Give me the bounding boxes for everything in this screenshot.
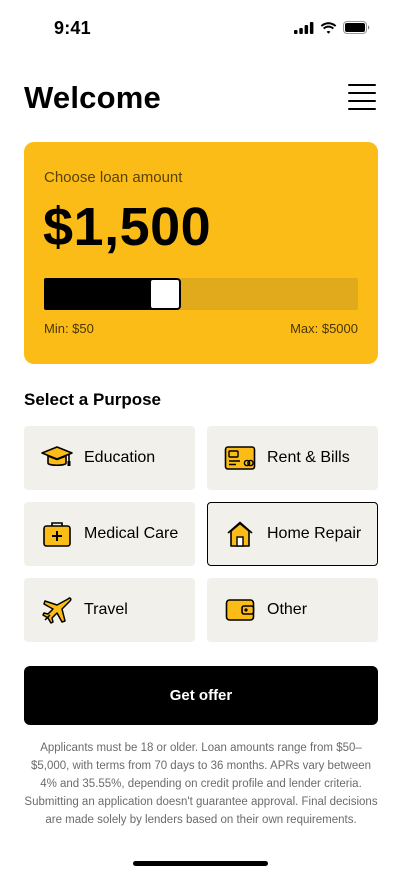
slider-thumb[interactable] [149,278,181,310]
loan-amount-value: $1,500 [43,197,212,257]
loan-amount-slider[interactable] [44,278,358,310]
loan-amount-card: Choose loan amount $1,500 Min: $50 Max: … [24,142,378,364]
battery-icon [343,21,370,34]
menu-icon-line [348,92,376,94]
airplane-icon [40,595,74,625]
purpose-tile-other[interactable]: Other [207,578,378,642]
disclaimer-text: Applicants must be 18 or older. Loan amo… [24,742,378,826]
purpose-tile-education[interactable]: Education [24,426,195,490]
min-amount-label: Min: $50 [44,321,94,336]
status-time: 9:41 [54,18,91,38]
menu-button[interactable] [348,84,376,110]
purpose-section-title: Select a Purpose [24,390,162,409]
menu-icon-line [348,100,376,102]
slider-fill [44,278,153,310]
house-icon [223,519,257,549]
purpose-label: Travel [84,601,128,618]
purpose-tile-rent-bills[interactable]: Rent & Bills [207,426,378,490]
purpose-label: Medical Care [84,525,179,542]
status-bar: 9:41 [0,0,402,54]
cellular-signal-icon [294,21,314,34]
purpose-label: Other [267,601,308,618]
get-offer-button[interactable]: Get offer [24,666,378,725]
graduation-cap-icon [40,443,74,473]
menu-icon-line [348,108,376,110]
wifi-icon [320,21,337,34]
loan-amount-label: Choose loan amount [44,169,183,186]
purpose-tile-home-repair[interactable]: Home Repair [207,502,378,566]
purpose-tile-travel[interactable]: Travel [24,578,195,642]
wallet-icon [223,595,257,625]
purpose-label: Rent & Bills [267,449,350,466]
home-indicator [133,861,268,866]
max-amount-label: Max: $5000 [290,321,358,336]
purpose-tile-medical-care[interactable]: Medical Care [24,502,195,566]
medical-kit-icon [40,519,74,549]
menu-icon-line [348,84,376,86]
header: Welcome [24,78,378,118]
purpose-label: Home Repair [267,525,362,542]
bill-card-icon [223,443,257,473]
status-icons [294,21,370,34]
purpose-label: Education [84,449,156,466]
page-title: Welcome [24,80,161,115]
